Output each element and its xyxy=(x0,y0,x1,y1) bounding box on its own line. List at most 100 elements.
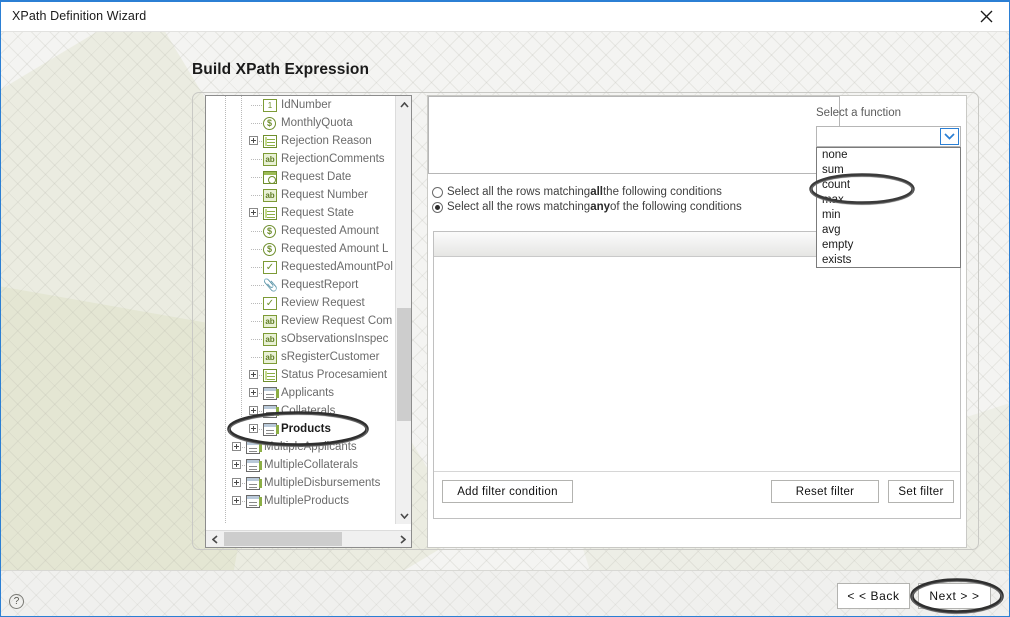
tree-vertical-scrollbar[interactable] xyxy=(395,96,411,524)
text-field-icon: ab xyxy=(263,189,277,202)
tree-item-request-date[interactable]: Request Date xyxy=(206,168,396,186)
tree-item-multipleapplicants[interactable]: MultipleApplicants xyxy=(206,438,396,456)
list-field-icon xyxy=(263,207,277,220)
tree-item-review-request-com[interactable]: ab Review Request Com xyxy=(206,312,396,330)
chevron-down-icon[interactable] xyxy=(396,507,412,524)
close-button[interactable] xyxy=(964,2,1009,31)
function-option-none[interactable]: none xyxy=(817,148,960,163)
text-field-icon: ab xyxy=(263,315,277,328)
tree-item-multiplecollaterals[interactable]: MultipleCollaterals xyxy=(206,456,396,474)
tree-item-idnumber[interactable]: 1 IdNumber xyxy=(206,96,396,114)
schema-tree-panel[interactable]: 1 IdNumber $ MonthlyQuota Rejection Reason ab… xyxy=(205,95,412,548)
tree-expand-toggle[interactable] xyxy=(249,208,258,217)
function-option-count[interactable]: count xyxy=(817,178,960,193)
currency-field-icon: $ xyxy=(263,243,276,256)
radio-match-any-prefix: Select all the rows matching xyxy=(447,201,591,213)
tree-expand-toggle[interactable] xyxy=(249,406,258,415)
tree-item-label: MonthlyQuota xyxy=(281,117,353,129)
tree-expand-toggle[interactable] xyxy=(232,460,241,469)
text-field-icon: ab xyxy=(263,153,277,166)
radio-match-any[interactable]: Select all the rows matching any of the … xyxy=(432,201,742,213)
tree-item-label: Requested Amount xyxy=(281,225,379,237)
tree-item-request-state[interactable]: Request State xyxy=(206,204,396,222)
tree-item-label: sObservationsInspec xyxy=(281,333,389,345)
tree-item-review-request[interactable]: ✓ Review Request xyxy=(206,294,396,312)
radio-match-any-indicator[interactable] xyxy=(432,201,443,213)
radio-match-all-suffix: the following conditions xyxy=(602,186,722,198)
page-title: Build XPath Expression xyxy=(192,61,370,78)
tree-item-requested-amount-l[interactable]: $ Requested Amount L xyxy=(206,240,396,258)
tree-horizontal-scroll-thumb[interactable] xyxy=(224,532,342,546)
tree-item-label: Request Date xyxy=(281,171,352,183)
table-icon xyxy=(246,441,262,454)
function-option-min[interactable]: min xyxy=(817,208,960,223)
back-button[interactable]: < < Back xyxy=(837,583,910,609)
tree-item-rejection-reason[interactable]: Rejection Reason xyxy=(206,132,396,150)
function-option-empty[interactable]: empty xyxy=(817,238,960,253)
tree-item-multipledisbursements[interactable]: MultipleDisbursements xyxy=(206,474,396,492)
tree-item-monthlyquota[interactable]: $ MonthlyQuota xyxy=(206,114,396,132)
reset-filter-button[interactable]: Reset filter xyxy=(771,480,879,503)
tree-item-sobservationsinspec[interactable]: ab sObservationsInspec xyxy=(206,330,396,348)
table-icon xyxy=(263,423,279,436)
tree-expand-toggle[interactable] xyxy=(232,478,241,487)
tree-expand-toggle[interactable] xyxy=(232,496,241,505)
tree-item-label: MultipleApplicants xyxy=(264,441,357,453)
filter-conditions-panel: Add filter condition Add filter conditio… xyxy=(433,231,961,519)
radio-match-all-indicator[interactable] xyxy=(432,186,443,198)
function-select-combobox[interactable] xyxy=(816,126,961,147)
tree-item-label: Review Request xyxy=(281,297,365,309)
tree-item-multipleproducts[interactable]: MultipleProducts xyxy=(206,492,396,510)
expression-builder-pane: Select a function none sum count max min avg e… xyxy=(427,95,967,548)
close-icon xyxy=(980,10,993,23)
chevron-up-icon[interactable] xyxy=(396,96,412,113)
tree-item-collaterals[interactable]: Collaterals xyxy=(206,402,396,420)
tree-item-sregistercustomer[interactable]: ab sRegisterCustomer xyxy=(206,348,396,366)
tree-item-label: Rejection Reason xyxy=(281,135,372,147)
tree-item-label: Request Number xyxy=(281,189,368,201)
tree-vertical-scroll-thumb[interactable] xyxy=(397,308,411,421)
tree-item-label: MultipleDisbursements xyxy=(264,477,381,489)
tree-item-requestreport[interactable]: 📎 RequestReport xyxy=(206,276,396,294)
number-field-icon: 1 xyxy=(263,99,277,112)
text-field-icon: ab xyxy=(263,351,277,364)
table-icon xyxy=(246,495,262,508)
tree-item-products[interactable]: Products xyxy=(206,420,396,438)
tree-expand-toggle[interactable] xyxy=(249,370,258,379)
set-filter-button[interactable]: Set filter xyxy=(888,480,954,503)
wizard-window: XPath Definition Wizard Build XPath Expr… xyxy=(0,0,1010,617)
tree-horizontal-scrollbar[interactable] xyxy=(206,530,411,547)
help-icon[interactable]: ? xyxy=(9,594,24,609)
function-option-max[interactable]: max xyxy=(817,193,960,208)
chevron-down-icon[interactable] xyxy=(940,128,959,145)
xpath-expression-input[interactable] xyxy=(428,96,840,174)
add-filter-condition-button[interactable]: Add filter condition xyxy=(442,480,573,503)
tree-item-rejectioncomments[interactable]: ab RejectionComments xyxy=(206,150,396,168)
tree-item-requested-amount[interactable]: $ Requested Amount xyxy=(206,222,396,240)
function-option-avg[interactable]: avg xyxy=(817,223,960,238)
next-button[interactable]: Next > > xyxy=(918,583,991,609)
currency-field-icon: $ xyxy=(263,225,276,238)
tree-item-label: IdNumber xyxy=(281,99,332,111)
function-select-dropdown[interactable]: none sum count max min avg empty exists xyxy=(816,147,961,268)
chevron-right-icon[interactable] xyxy=(394,531,411,547)
radio-match-all-prefix: Select all the rows matching xyxy=(447,186,591,198)
tree-item-label: RejectionComments xyxy=(281,153,385,165)
schema-tree-list[interactable]: 1 IdNumber $ MonthlyQuota Rejection Reason ab… xyxy=(206,96,396,524)
chevron-left-icon[interactable] xyxy=(206,531,223,547)
tree-expand-toggle[interactable] xyxy=(249,424,258,433)
function-option-exists[interactable]: exists xyxy=(817,253,960,268)
tree-item-status-procesamient[interactable]: Status Procesamient xyxy=(206,366,396,384)
tree-item-label: sRegisterCustomer xyxy=(281,351,380,363)
radio-match-any-strong: any xyxy=(590,201,611,213)
tree-item-applicants[interactable]: Applicants xyxy=(206,384,396,402)
tree-item-request-number[interactable]: ab Request Number xyxy=(206,186,396,204)
tree-expand-toggle[interactable] xyxy=(249,136,258,145)
function-option-sum[interactable]: sum xyxy=(817,163,960,178)
tree-item-label: RequestReport xyxy=(281,279,359,291)
tree-item-requestedamountpol[interactable]: ✓ RequestedAmountPol xyxy=(206,258,396,276)
tree-expand-toggle[interactable] xyxy=(249,388,258,397)
radio-match-all[interactable]: Select all the rows matching all the fol… xyxy=(432,186,722,198)
tree-item-label: RequestedAmountPol xyxy=(281,261,393,273)
tree-expand-toggle[interactable] xyxy=(232,442,241,451)
